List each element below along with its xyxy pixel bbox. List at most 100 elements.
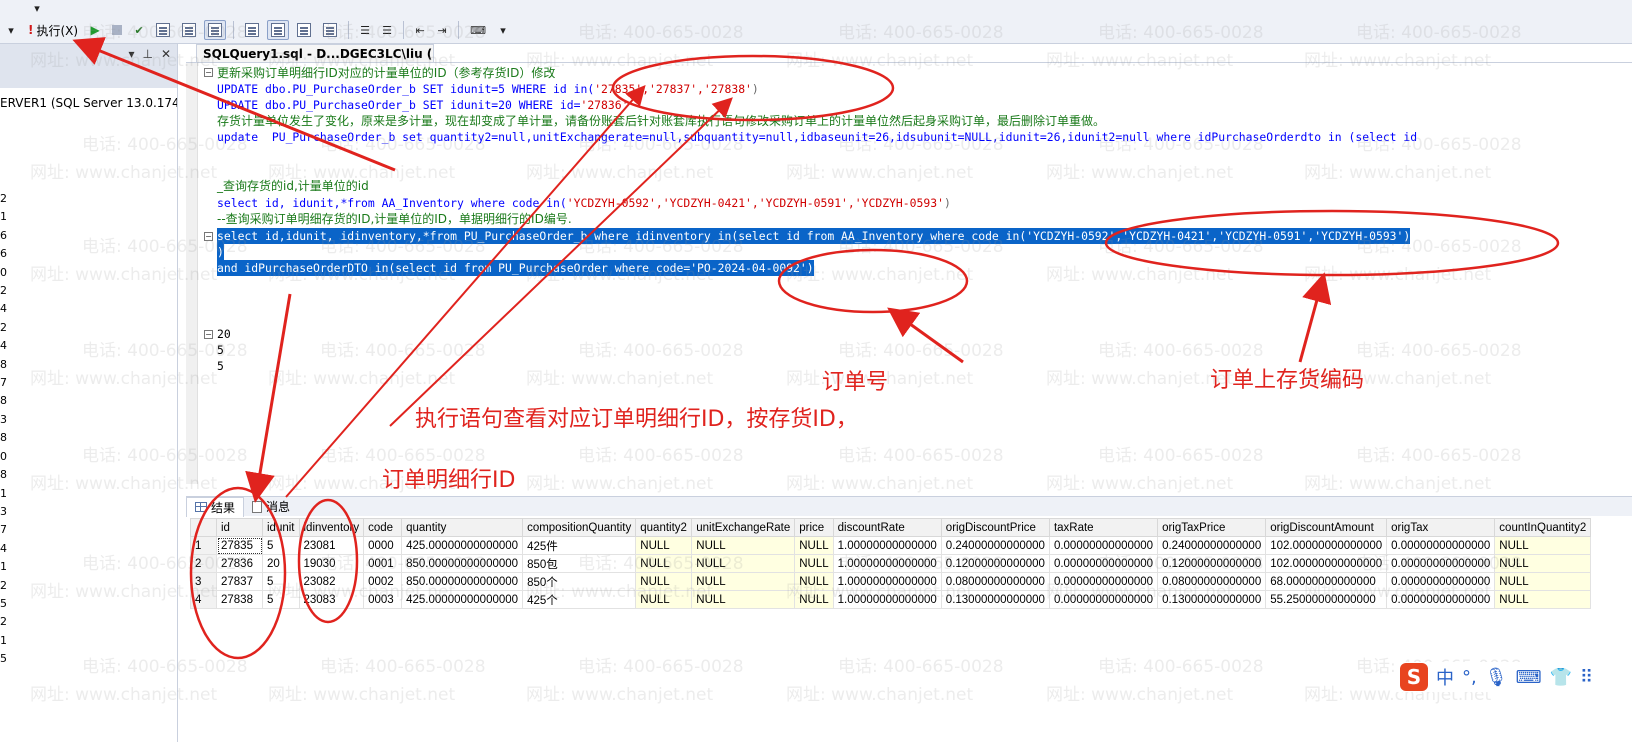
cell-quantity2[interactable]: NULL — [635, 590, 693, 609]
cell-idunit[interactable]: 5 — [262, 536, 300, 555]
cell-idinventory[interactable]: 23082 — [298, 572, 365, 591]
cell-taxRate[interactable]: 0.00000000000000 — [1048, 590, 1159, 609]
specify-template-values-icon[interactable]: ⌨ — [466, 20, 490, 40]
increase-indent-icon[interactable]: ⇥ — [433, 20, 451, 40]
table-row[interactable]: 4 27838 5 23083 0003 425.00000000000000 425个 NU… — [190, 590, 1592, 609]
cell-unitExchangeRate[interactable]: NULL — [691, 590, 796, 609]
cell-idinventory[interactable]: 19030 — [298, 554, 365, 573]
cell-origDiscountPrice[interactable]: 0.24000000000000 — [940, 536, 1050, 555]
cell-origTax[interactable]: 0.00000000000000 — [1386, 590, 1496, 609]
cell-origDiscountPrice[interactable]: 0.12000000000000 — [940, 554, 1050, 573]
cell-origDiscountAmount[interactable]: 102.00000000000000 — [1265, 554, 1388, 573]
cell-countInQuantity2[interactable]: NULL — [1494, 554, 1592, 573]
cell-price[interactable]: NULL — [794, 572, 834, 591]
cell-idunit[interactable]: 5 — [262, 590, 300, 609]
cell-idunit[interactable]: 20 — [262, 554, 300, 573]
column-header-discountRate[interactable]: discountRate — [832, 518, 942, 537]
keyboard-icon[interactable]: ⌨ — [1516, 667, 1542, 688]
skin-icon[interactable]: 👕 — [1550, 667, 1572, 688]
cell-price[interactable]: NULL — [794, 554, 834, 573]
server-node[interactable]: ERVER1 (SQL Server 13.0.174 — [0, 96, 177, 110]
live-stats-icon[interactable] — [293, 20, 315, 40]
cell-idinventory[interactable]: 23081 — [298, 536, 365, 555]
cell-id[interactable]: 27835 — [216, 536, 263, 555]
cell-countInQuantity2[interactable]: NULL — [1494, 572, 1592, 591]
cell-origDiscountPrice[interactable]: 0.13000000000000 — [940, 590, 1050, 609]
column-header-unitExchangeRate[interactable]: unitExchangeRate — [691, 518, 796, 537]
cell-origDiscountAmount[interactable]: 55.25000000000000 — [1265, 590, 1388, 609]
cell-discountRate[interactable]: 1.00000000000000 — [832, 572, 942, 591]
cell-quantity2[interactable]: NULL — [635, 572, 693, 591]
table-row[interactable]: 2 27836 20 19030 0001 850.00000000000000 850包 N… — [190, 554, 1592, 573]
cell-discountRate[interactable]: 1.00000000000000 — [832, 536, 942, 555]
toolbar-more-icon[interactable]: ▾ — [494, 20, 512, 40]
cell-quantity2[interactable]: NULL — [635, 554, 693, 573]
cell-id[interactable]: 27838 — [216, 590, 263, 609]
tab-sqlquery1[interactable]: SQLQuery1.sql - D...DGEC3LC\liu (61))* — [196, 44, 434, 62]
debug-play-icon[interactable]: ▶ — [86, 20, 104, 40]
cell-compositionQuantity[interactable]: 850个 — [522, 572, 637, 591]
cell-code[interactable]: 0002 — [363, 572, 403, 591]
cell-taxRate[interactable]: 0.00000000000000 — [1048, 554, 1159, 573]
comment-lines-icon[interactable]: ☰ — [356, 20, 374, 40]
row-number[interactable]: 3 — [190, 572, 217, 591]
cell-discountRate[interactable]: 1.00000000000000 — [832, 590, 942, 609]
cell-unitExchangeRate[interactable]: NULL — [691, 536, 796, 555]
tab-results[interactable]: 结果 — [186, 496, 245, 517]
column-header-quantity2[interactable]: quantity2 — [635, 518, 693, 537]
display-plan-icon[interactable] — [152, 20, 174, 40]
cell-code[interactable]: 0000 — [363, 536, 403, 555]
fold-toggle-icon[interactable]: − — [204, 68, 213, 77]
fold-toggle-icon[interactable]: − — [204, 330, 213, 339]
close-icon[interactable]: ✕ — [161, 47, 171, 61]
cell-discountRate[interactable]: 1.00000000000000 — [832, 554, 942, 573]
column-header-taxRate[interactable]: taxRate — [1048, 518, 1159, 537]
toolbar-options-icon[interactable]: ▾ — [28, 0, 46, 18]
cell-quantity[interactable]: 425.00000000000000 — [401, 590, 524, 609]
execute-button[interactable]: ! 执行(X) — [24, 20, 82, 40]
results-grid[interactable]: id idunit idinventory code quantity compositi… — [190, 518, 1632, 742]
cell-origTaxPrice[interactable]: 0.08000000000000 — [1157, 572, 1267, 591]
cell-origTax[interactable]: 0.00000000000000 — [1386, 554, 1496, 573]
cell-countInQuantity2[interactable]: NULL — [1494, 536, 1592, 555]
column-header-countInQuantity2[interactable]: countInQuantity2 — [1494, 518, 1592, 537]
results-to-text-icon[interactable] — [267, 20, 290, 40]
cell-origDiscountPrice[interactable]: 0.08000000000000 — [940, 572, 1050, 591]
cell-code[interactable]: 0001 — [363, 554, 403, 573]
cell-origDiscountAmount[interactable]: 102.00000000000000 — [1265, 536, 1388, 555]
cell-id[interactable]: 27837 — [216, 572, 263, 591]
cell-origTaxPrice[interactable]: 0.24000000000000 — [1157, 536, 1267, 555]
query-options-icon[interactable] — [178, 20, 200, 40]
cell-quantity[interactable]: 850.00000000000000 — [401, 554, 524, 573]
results-to-grid-icon[interactable] — [204, 20, 227, 40]
cell-code[interactable]: 0003 — [363, 590, 403, 609]
column-header-origDiscountAmount[interactable]: origDiscountAmount — [1265, 518, 1388, 537]
cell-compositionQuantity[interactable]: 850包 — [522, 554, 637, 573]
cell-taxRate[interactable]: 0.00000000000000 — [1048, 572, 1159, 591]
punctuation-icon[interactable]: °, — [1462, 667, 1477, 688]
cell-unitExchangeRate[interactable]: NULL — [691, 572, 796, 591]
row-number[interactable]: 1 — [190, 536, 217, 555]
cell-origTaxPrice[interactable]: 0.13000000000000 — [1157, 590, 1267, 609]
fold-toggle-icon[interactable]: − — [204, 232, 213, 241]
column-header-origTaxPrice[interactable]: origTaxPrice — [1157, 518, 1267, 537]
microphone-icon[interactable]: 🎙 — [1485, 667, 1508, 688]
cell-unitExchangeRate[interactable]: NULL — [691, 554, 796, 573]
panel-dropdown-icon[interactable]: ▾ — [128, 47, 134, 61]
cell-origTax[interactable]: 0.00000000000000 — [1386, 572, 1496, 591]
decrease-indent-icon[interactable]: ⇤ — [411, 20, 429, 40]
column-header-origTax[interactable]: origTax — [1386, 518, 1496, 537]
pin-icon[interactable]: ⊥ — [142, 47, 152, 61]
cell-countInQuantity2[interactable]: NULL — [1494, 590, 1592, 609]
cell-taxRate[interactable]: 0.00000000000000 — [1048, 536, 1159, 555]
table-row[interactable]: 1 27835 5 23081 0000 425.00000000000000 425件 NU… — [190, 536, 1592, 555]
cell-idunit[interactable]: 5 — [262, 572, 300, 591]
column-header-id[interactable]: id — [216, 518, 263, 537]
cell-origDiscountAmount[interactable]: 68.00000000000000 — [1265, 572, 1388, 591]
uncomment-lines-icon[interactable]: ☰ — [378, 20, 396, 40]
cell-price[interactable]: NULL — [794, 590, 834, 609]
column-header-quantity[interactable]: quantity — [401, 518, 524, 537]
cell-id[interactable]: 27836 — [216, 554, 263, 573]
dropdown-arrow-icon[interactable]: ▾ — [2, 20, 20, 40]
cell-quantity2[interactable]: NULL — [635, 536, 693, 555]
